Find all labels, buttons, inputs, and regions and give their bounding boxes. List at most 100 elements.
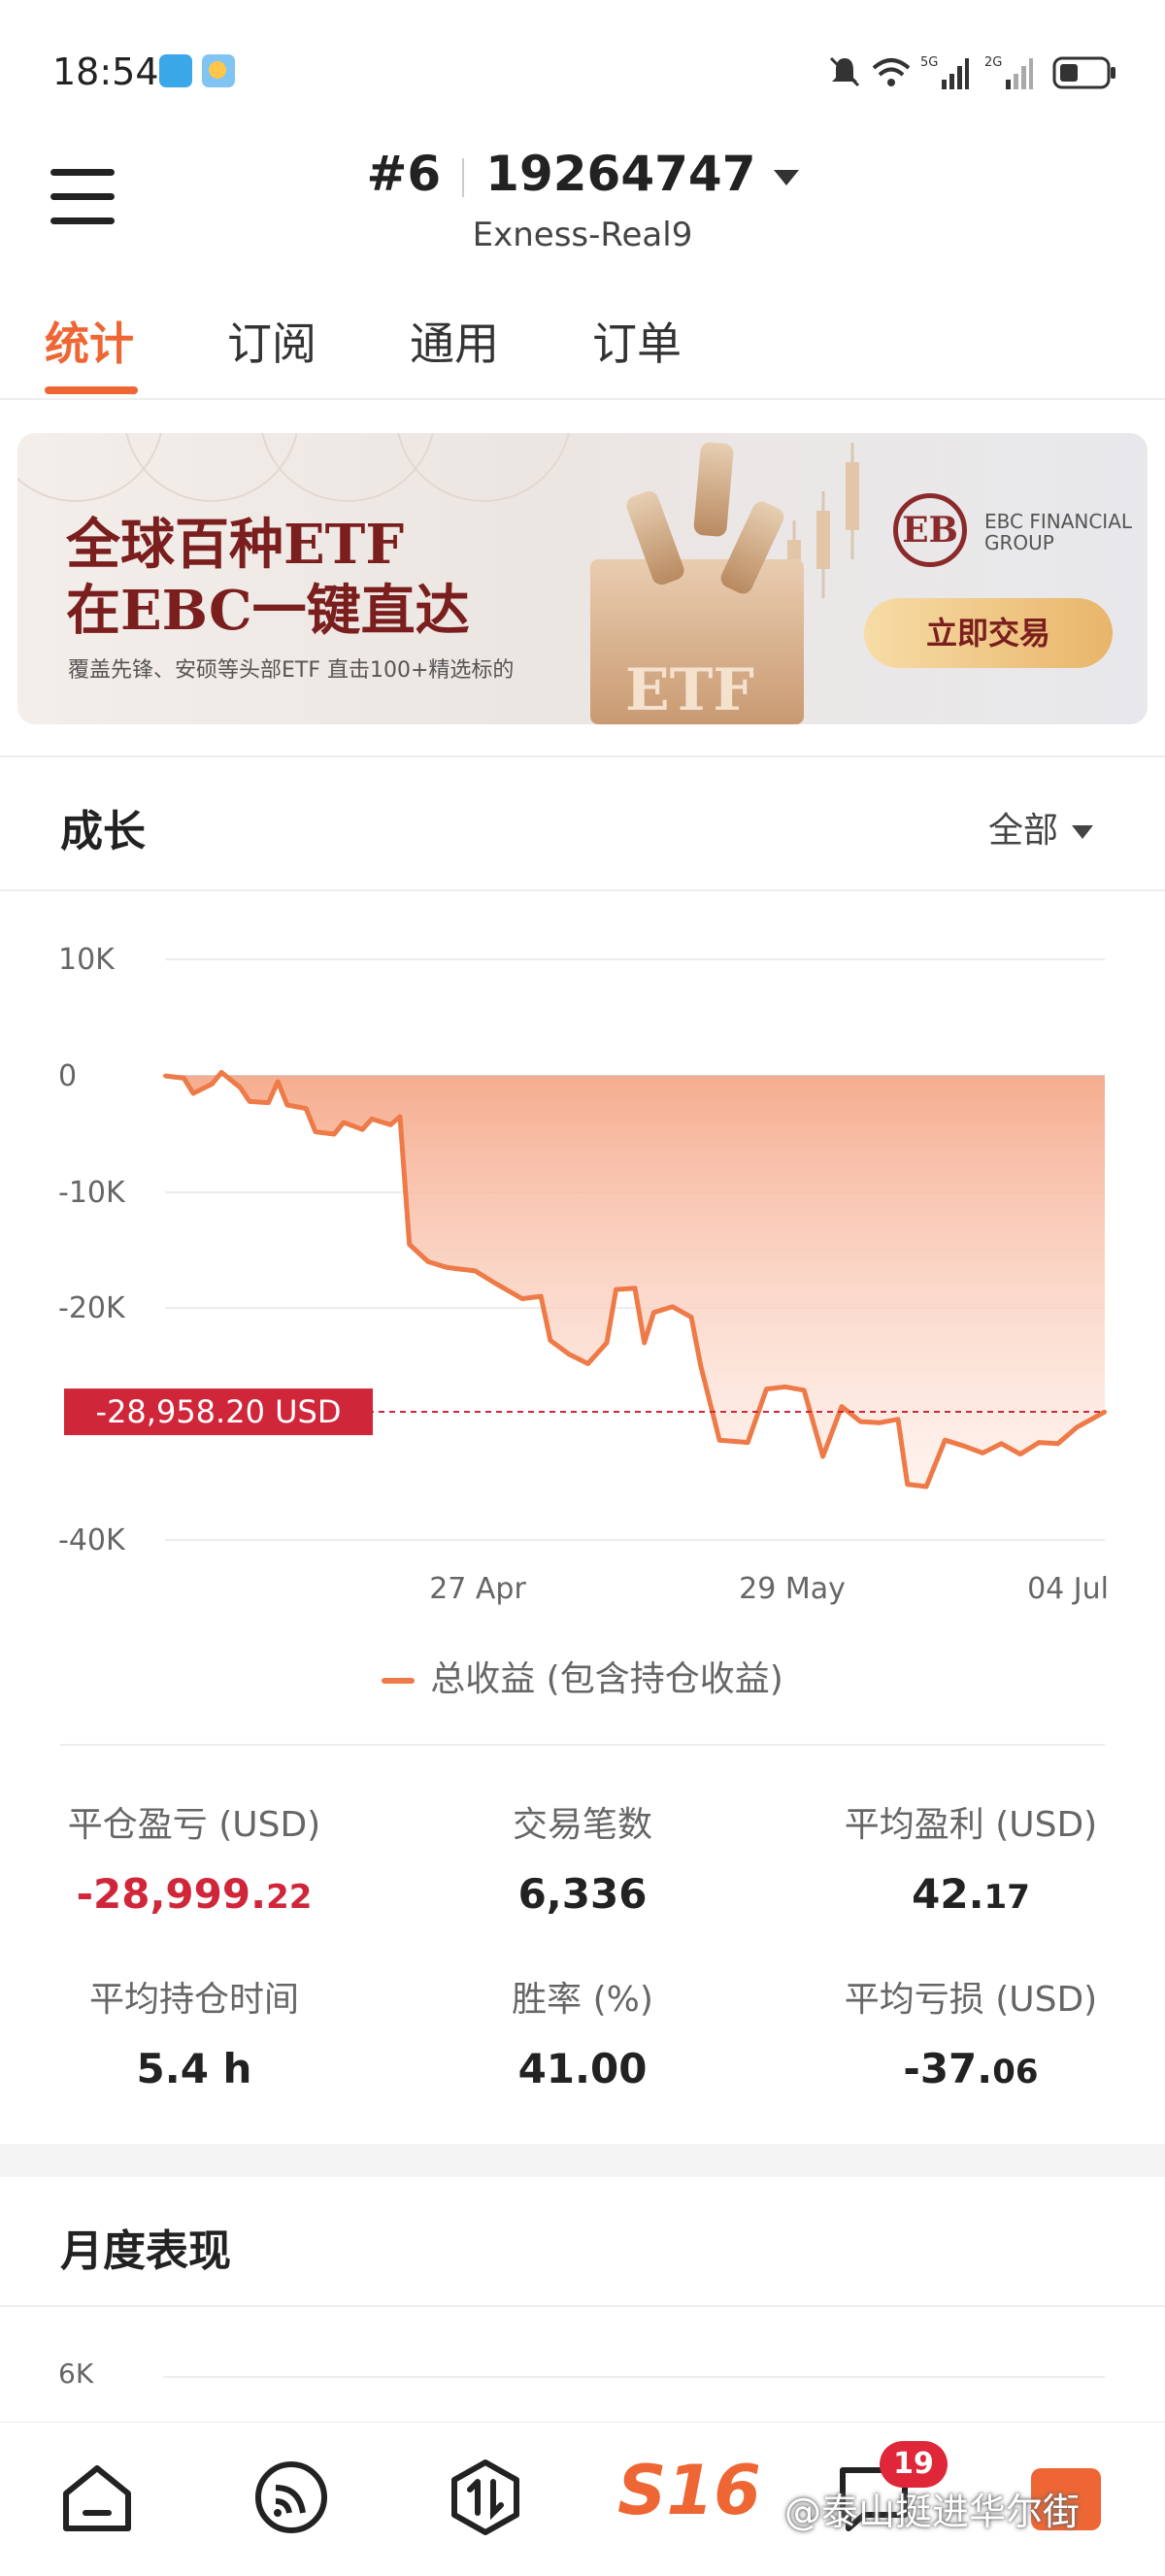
growth-title: 成长 xyxy=(60,807,146,856)
chart-data-point xyxy=(1074,1425,1079,1430)
chart-data-point xyxy=(604,1340,609,1345)
chart-data-point xyxy=(219,1070,224,1075)
trade-now-button[interactable]: 立即交易 xyxy=(864,598,1113,668)
chart-data-point xyxy=(548,1338,552,1343)
chart-data-point xyxy=(1103,1410,1107,1415)
stat-label-avg-profit: 平均盈利 (USD) xyxy=(844,1805,1098,1845)
chart-data-point xyxy=(614,1287,618,1291)
chart-data-point xyxy=(1017,1452,1022,1456)
stat-value-trade-count: 6,336 xyxy=(517,1870,648,1918)
chart-data-point xyxy=(1055,1441,1060,1446)
chart-data-point xyxy=(304,1106,309,1111)
stat-label-win-rate: 胜率 (%) xyxy=(512,1980,653,2020)
ebc-logo-icon: EB xyxy=(893,493,967,567)
section-divider xyxy=(0,755,1165,757)
watermark: @泰山挺进华尔街 xyxy=(784,2491,1081,2533)
svg-text:2G: 2G xyxy=(984,55,1002,70)
chart-data-point xyxy=(284,1103,289,1107)
stat-label-avg-hold-time: 平均持仓时间 xyxy=(88,1980,299,2020)
range-filter-label: 全部 xyxy=(988,811,1059,851)
weather-app-icon xyxy=(202,54,235,87)
growth-chart[interactable]: 10K 0 -10K -20K -40K 27 Apr 29 May 04 Jul -28,95… xyxy=(0,893,1165,1631)
chart-y-tick-label: 0 xyxy=(58,1059,77,1093)
signal-icon[interactable] xyxy=(252,2459,330,2536)
chart-data-point xyxy=(642,1340,647,1345)
stat-value-win-rate: 41.00 xyxy=(517,2045,648,2092)
chart-data-point xyxy=(398,1115,402,1119)
chart-x-tick-label: 29 May xyxy=(739,1572,846,1606)
chart-data-point xyxy=(746,1440,750,1445)
stat-label-avg-loss: 平均亏损 (USD) xyxy=(844,1980,1098,2020)
account-selector[interactable]: #6 19264747 xyxy=(0,146,1165,202)
stats-divider xyxy=(60,1744,1105,1746)
tab-statistics[interactable]: 统计 xyxy=(45,309,134,373)
status-time: 18:54 xyxy=(52,50,159,93)
chart-data-point xyxy=(407,1242,412,1247)
banner-box-text: ETF xyxy=(625,656,754,724)
stat-value-avg-profit: 42.17 xyxy=(912,1870,1030,1918)
legend-label: 总收益 (包含持仓收益) xyxy=(430,1659,783,1699)
monthly-gridline xyxy=(163,2376,1105,2378)
chart-data-point xyxy=(633,1286,637,1290)
monthly-title: 月度表现 xyxy=(60,2226,231,2276)
chart-data-point xyxy=(651,1310,656,1315)
battery-icon xyxy=(1052,56,1115,89)
tab-subscription[interactable]: 订阅 xyxy=(227,309,316,373)
chart-data-point xyxy=(473,1268,478,1273)
book-app-icon xyxy=(159,54,192,87)
tab-general[interactable]: 通用 xyxy=(410,309,499,373)
banner-title-line2: 在EBC一键直达 xyxy=(66,579,470,643)
chart-x-tick-label: 27 Apr xyxy=(429,1572,526,1606)
chart-data-point xyxy=(905,1482,910,1487)
chart-data-point xyxy=(839,1404,844,1409)
chart-data-point xyxy=(539,1294,544,1299)
chart-data-point xyxy=(877,1421,882,1425)
chart-data-point xyxy=(943,1438,948,1443)
ad-banner[interactable]: 全球百种ETF 在EBC一键直达 覆盖先锋、安硕等头部ETF 直击100+精选标… xyxy=(17,433,1148,724)
range-filter-dropdown[interactable]: 全部 xyxy=(988,802,1094,853)
chart-data-point xyxy=(802,1388,807,1392)
chart-data-point xyxy=(266,1100,271,1105)
tab-divider xyxy=(0,398,1165,400)
chart-x-tick-label: 04 Jul xyxy=(1027,1572,1109,1606)
svg-text:5G: 5G xyxy=(920,55,938,70)
banner-subtitle: 覆盖先锋、安硕等头部ETF 直击100+精选标的 xyxy=(68,658,515,683)
chart-data-point xyxy=(426,1259,431,1264)
chart-y-tick-label: -20K xyxy=(58,1291,126,1325)
signal-5g-icon: 5G xyxy=(920,55,969,89)
chart-data-point xyxy=(332,1132,337,1136)
chart-data-point xyxy=(313,1129,317,1134)
chart-data-point xyxy=(519,1296,524,1301)
stat-value-avg-loss: -37.06 xyxy=(903,2045,1039,2092)
chart-data-point xyxy=(1037,1440,1042,1445)
chart-data-point xyxy=(689,1315,694,1320)
chart-data-point xyxy=(567,1352,572,1356)
account-index: #6 xyxy=(366,146,442,202)
stat-label-closed-pnl: 平仓盈亏 (USD) xyxy=(67,1805,321,1845)
chart-data-point xyxy=(670,1304,675,1309)
message-badge: 19 xyxy=(880,2441,948,2488)
trade-icon[interactable] xyxy=(447,2459,524,2536)
chart-data-point xyxy=(210,1082,215,1087)
tab-orders[interactable]: 订单 xyxy=(592,309,682,373)
stat-value-closed-pnl: -28,999.22 xyxy=(76,1870,313,1918)
chevron-down-icon xyxy=(773,169,799,185)
home-icon[interactable] xyxy=(58,2459,136,2536)
chart-data-point xyxy=(491,1280,496,1285)
server-name: Exness-Real9 xyxy=(472,216,693,254)
chart-data-point xyxy=(388,1122,393,1127)
separator xyxy=(462,157,465,197)
mute-icon xyxy=(829,56,860,87)
app-logo[interactable]: S16 xyxy=(617,2451,761,2530)
chart-data-point xyxy=(238,1086,243,1089)
chart-data-point xyxy=(999,1441,1004,1446)
chart-data-point xyxy=(924,1485,929,1489)
chart-data-point xyxy=(341,1121,346,1124)
chart-data-point xyxy=(248,1099,252,1104)
chart-data-point xyxy=(981,1451,985,1455)
chart-data-point xyxy=(896,1417,901,1422)
status-bar: 18:54 5G 2G xyxy=(0,0,1165,136)
chart-data-point xyxy=(369,1117,374,1121)
banner-brand: EBC FINANCIAL GROUP xyxy=(984,510,1133,554)
section-divider xyxy=(0,889,1165,891)
